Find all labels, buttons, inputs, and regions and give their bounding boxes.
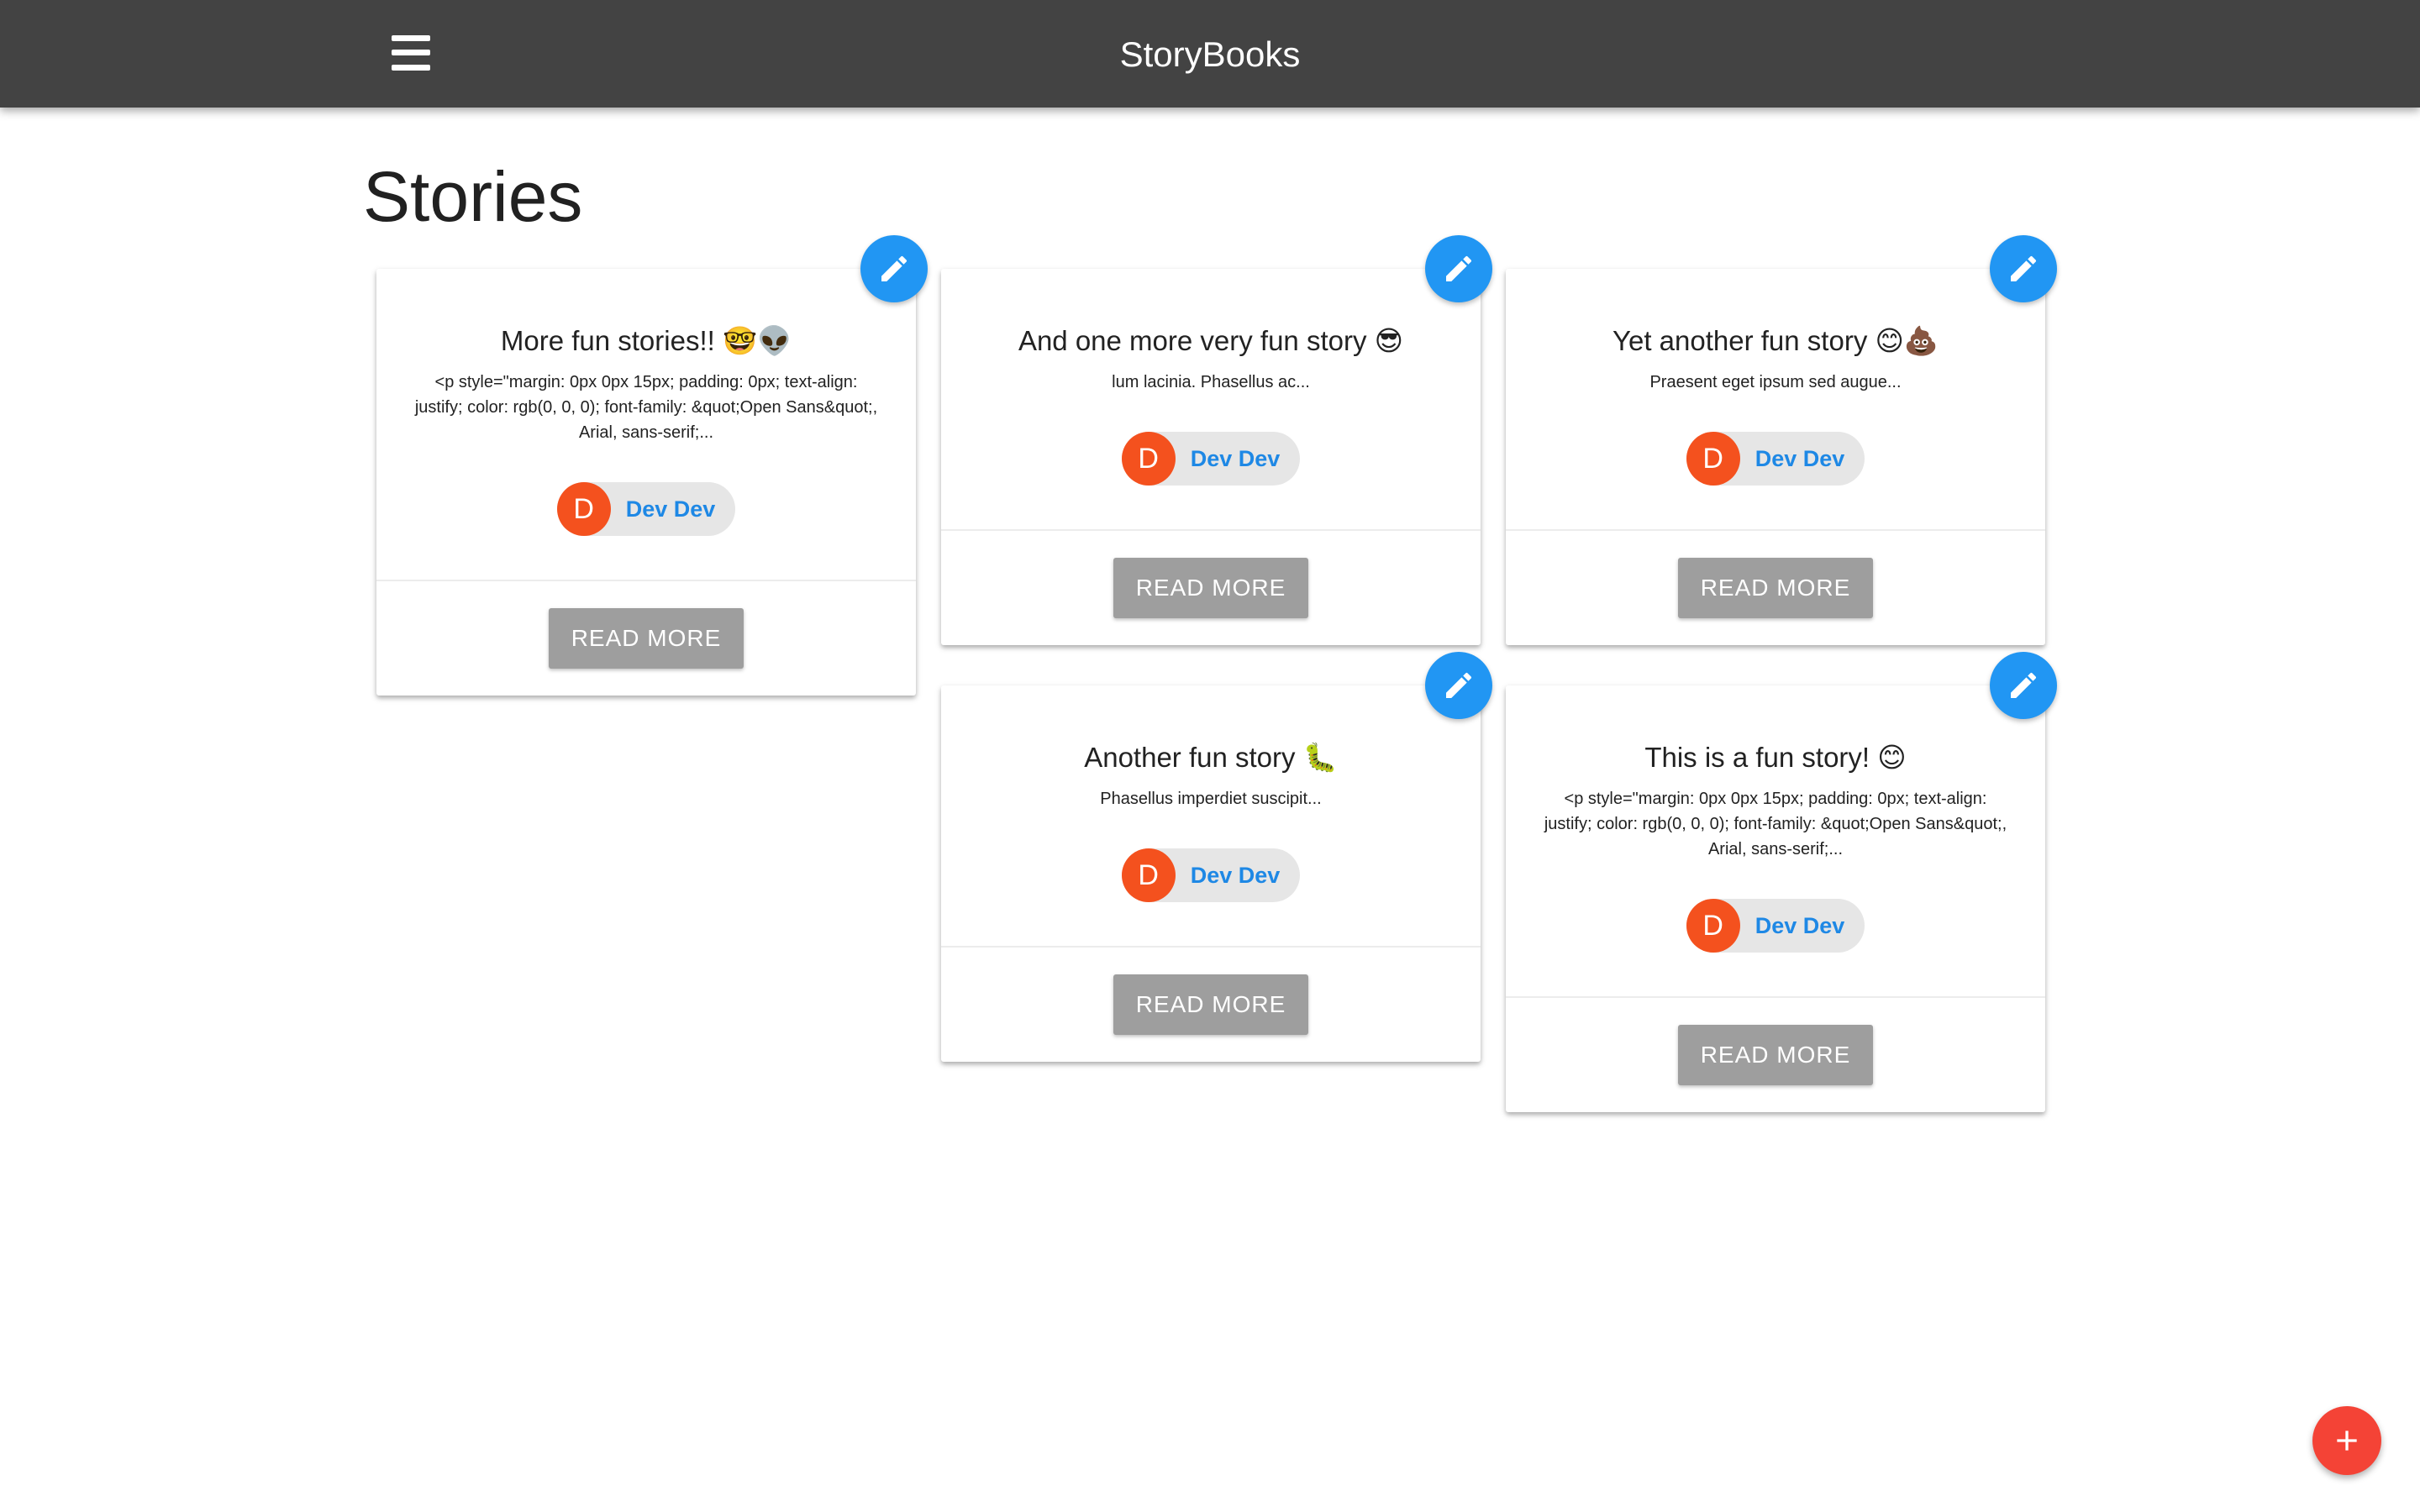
story-card-action: READ MORE (1506, 996, 2045, 1112)
edit-icon (881, 255, 908, 281)
story-excerpt: <p style="margin: 0px 0px 15px; padding:… (414, 373, 878, 442)
edit-icon (1446, 672, 1472, 698)
hamburger-menu-icon[interactable] (392, 35, 430, 71)
read-more-button[interactable]: READ MORE (549, 608, 744, 669)
edit-icon (1446, 255, 1472, 281)
author-name-link[interactable]: Dev Dev (1191, 432, 1281, 486)
story-excerpt: Praesent eget ipsum sed augue... (1649, 373, 1902, 391)
author-name-link[interactable]: Dev Dev (1755, 432, 1845, 486)
author-avatar: D (556, 482, 611, 536)
story-title: This is a fun story! 😊 (1644, 742, 1907, 773)
edit-story-button[interactable] (1990, 235, 2057, 302)
read-more-button[interactable]: READ MORE (1678, 1025, 1873, 1085)
story-card-content: Another fun story 🐛 Phasellus imperdiet … (941, 741, 1481, 946)
story-card-action: READ MORE (1506, 529, 2045, 645)
author-name-link[interactable]: Dev Dev (1755, 899, 1845, 953)
edit-story-button[interactable] (860, 235, 928, 302)
edit-icon (2011, 672, 2037, 698)
read-more-button[interactable]: READ MORE (1113, 974, 1308, 1035)
author-chip[interactable]: D Dev Dev (1686, 432, 1865, 486)
plus-icon (2337, 1431, 2357, 1451)
author-chip[interactable]: D Dev Dev (1121, 432, 1301, 486)
edit-story-button[interactable] (1990, 652, 2057, 719)
story-card-action: READ MORE (376, 580, 916, 696)
story-card: More fun stories!! 🤓👽 <p style="margin: … (376, 235, 928, 696)
story-card: This is a fun story! 😊 <p style="margin:… (1506, 652, 2057, 1112)
story-card-content: More fun stories!! 🤓👽 <p style="margin: … (376, 324, 916, 580)
edit-story-button[interactable] (1425, 235, 1492, 302)
story-card: Another fun story 🐛 Phasellus imperdiet … (941, 652, 1492, 1062)
page-title: Stories (363, 157, 583, 236)
author-name-link[interactable]: Dev Dev (1191, 848, 1281, 902)
story-title: More fun stories!! 🤓👽 (500, 325, 792, 356)
top-navbar: StoryBooks (0, 0, 2420, 108)
story-card-content: This is a fun story! 😊 <p style="margin:… (1506, 741, 2045, 996)
story-title: Another fun story 🐛 (1084, 742, 1338, 773)
edit-icon (2011, 255, 2037, 281)
author-avatar: D (1121, 432, 1176, 486)
author-chip[interactable]: D Dev Dev (1686, 899, 1865, 953)
author-chip[interactable]: D Dev Dev (556, 482, 736, 536)
story-title: Yet another fun story 😊💩 (1612, 325, 1939, 356)
story-excerpt: lum lacinia. Phasellus ac... (1112, 373, 1310, 391)
read-more-button[interactable]: READ MORE (1113, 558, 1308, 618)
brand-logo[interactable]: StoryBooks (0, 0, 2420, 108)
author-avatar: D (1686, 899, 1740, 953)
story-excerpt: Phasellus imperdiet suscipit... (1100, 790, 1322, 808)
story-title: And one more very fun story 😎 (1018, 325, 1404, 356)
story-card: And one more very fun story 😎 lum lacini… (941, 235, 1492, 645)
author-name-link[interactable]: Dev Dev (626, 482, 716, 536)
author-avatar: D (1121, 848, 1176, 902)
read-more-button[interactable]: READ MORE (1678, 558, 1873, 618)
story-excerpt: <p style="margin: 0px 0px 15px; padding:… (1544, 790, 2007, 858)
add-story-button[interactable] (2312, 1406, 2381, 1475)
story-card-action: READ MORE (941, 529, 1481, 645)
edit-story-button[interactable] (1425, 652, 1492, 719)
story-card-action: READ MORE (941, 946, 1481, 1062)
story-card-content: And one more very fun story 😎 lum lacini… (941, 324, 1481, 529)
story-card-content: Yet another fun story 😊💩 Praesent eget i… (1506, 324, 2045, 529)
author-avatar: D (1686, 432, 1740, 486)
author-chip[interactable]: D Dev Dev (1121, 848, 1301, 902)
story-card: Yet another fun story 😊💩 Praesent eget i… (1506, 235, 2057, 645)
